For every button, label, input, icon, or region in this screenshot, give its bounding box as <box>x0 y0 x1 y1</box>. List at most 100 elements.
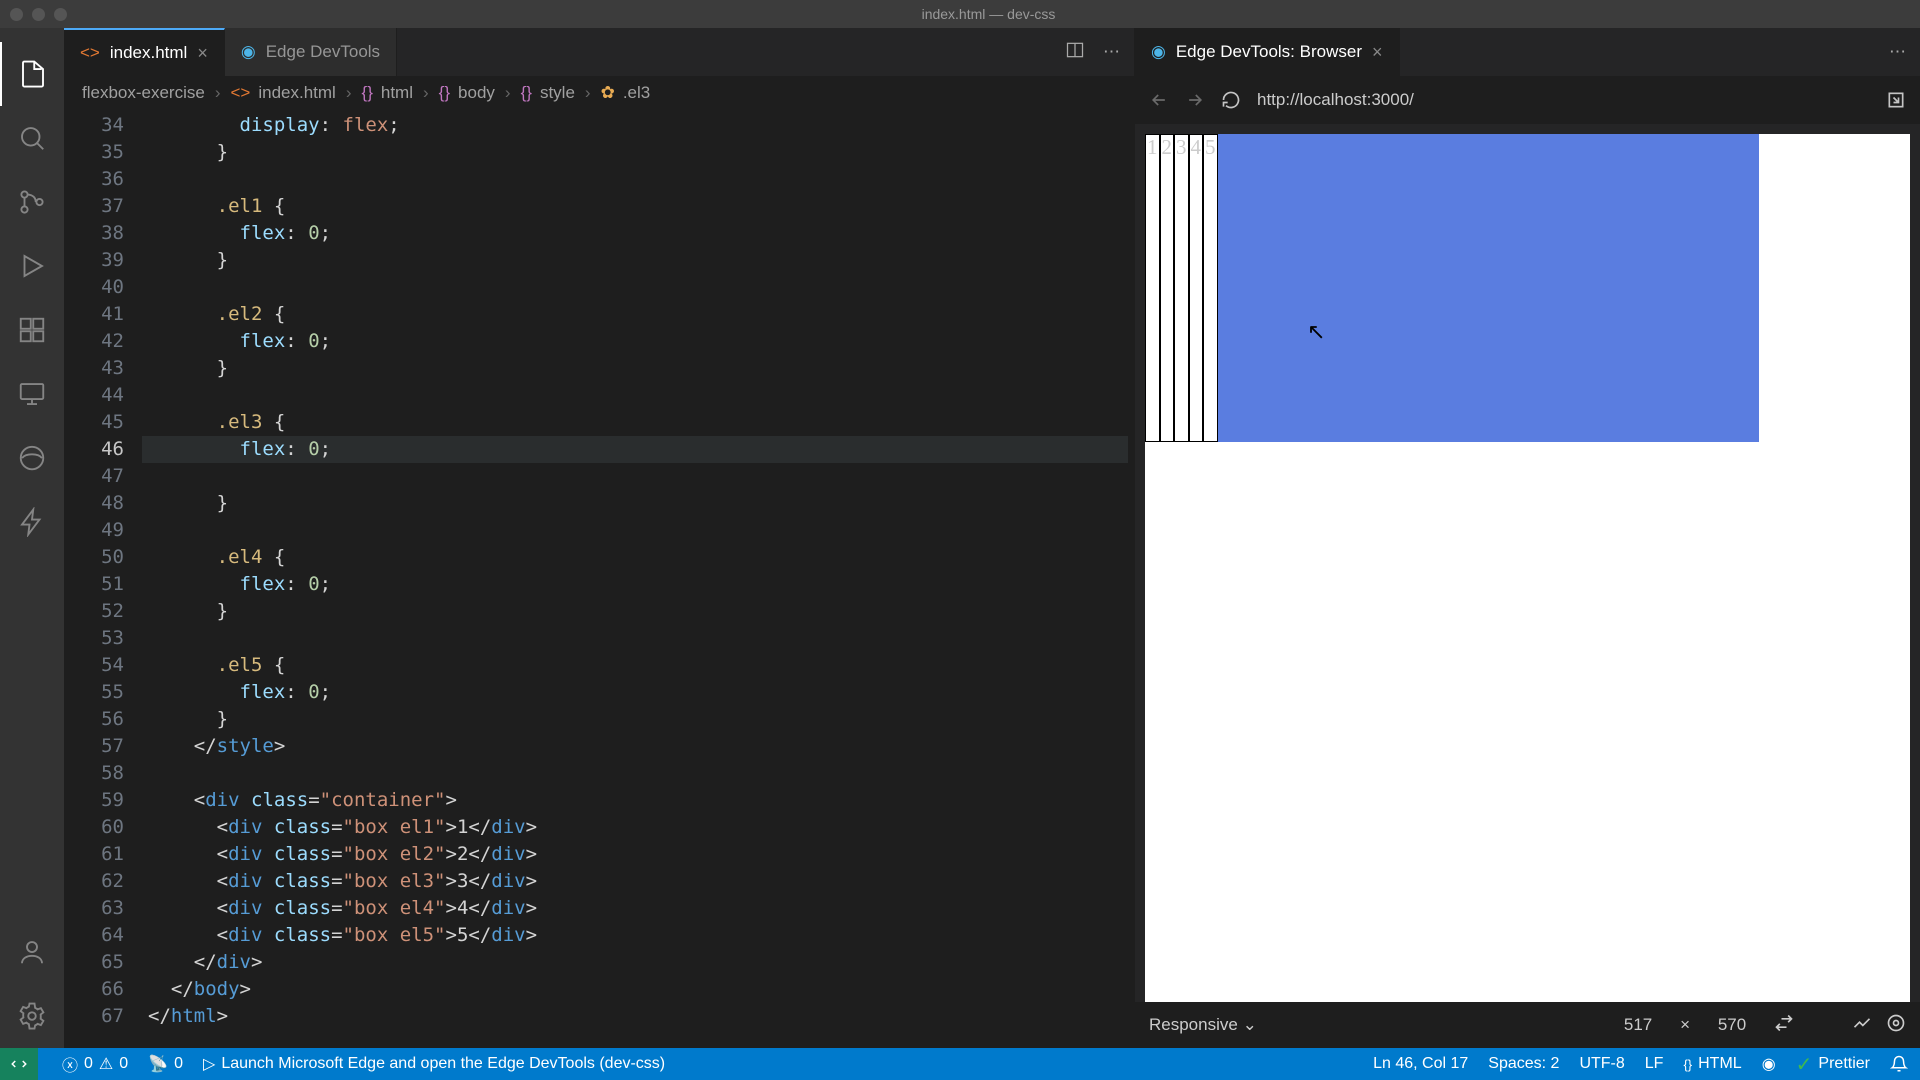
breadcrumb-folder[interactable]: flexbox-exercise <box>82 83 205 103</box>
chevron-right-icon: › <box>585 83 591 103</box>
check-icon: ✓ <box>1796 1052 1813 1077</box>
prettier-status[interactable]: ✓ Prettier <box>1796 1052 1870 1077</box>
tab-edge-devtools[interactable]: ◉ Edge DevTools <box>225 28 397 76</box>
device-toolbar: Responsive ⌄ × <box>1135 1002 1920 1048</box>
status-bar: ⓧ0 ⚠0 📡0 ▷Launch Microsoft Edge and open… <box>0 1048 1920 1080</box>
preview-box-4: 4 <box>1189 134 1204 442</box>
rotate-icon[interactable] <box>1774 1013 1794 1038</box>
cursor-position[interactable]: Ln 46, Col 17 <box>1373 1055 1468 1073</box>
go-live-status[interactable]: ◉ <box>1762 1054 1776 1074</box>
main-container: <> index.html × ◉ Edge DevTools ⋯ flexbo… <box>0 28 1920 1048</box>
breadcrumb-style[interactable]: {} style <box>521 83 575 103</box>
indentation-status[interactable]: Spaces: 2 <box>1488 1055 1559 1073</box>
preview-box-3: 3 <box>1174 134 1189 442</box>
tab-index-html[interactable]: <> index.html × <box>64 28 225 76</box>
bracket-icon: {} <box>362 83 373 103</box>
maximize-window-icon[interactable] <box>54 8 67 21</box>
breadcrumbs[interactable]: flexbox-exercise › <> index.html › {} ht… <box>64 76 1134 110</box>
editor-tabs: <> index.html × ◉ Edge DevTools ⋯ <box>64 28 1134 76</box>
minimize-window-icon[interactable] <box>32 8 45 21</box>
url-input[interactable] <box>1257 90 1870 110</box>
error-icon: ⓧ <box>62 1052 78 1076</box>
settings-gear-icon[interactable] <box>0 984 64 1048</box>
preview-box-1: 1 <box>1145 134 1160 442</box>
language-status[interactable]: {} HTML <box>1683 1055 1741 1073</box>
breadcrumb-html[interactable]: {} html <box>362 83 413 103</box>
remote-explorer-icon[interactable] <box>0 362 64 426</box>
browser-tab-actions: ⋯ <box>1889 28 1920 76</box>
device-mode-dropdown[interactable]: Responsive ⌄ <box>1149 1015 1257 1035</box>
preview-box-5: 5 <box>1203 134 1218 442</box>
browser-toolbar <box>1135 76 1920 124</box>
warning-icon: ⚠ <box>99 1054 113 1074</box>
viewport-height-input[interactable] <box>1704 1015 1760 1035</box>
window-title: index.html — dev-css <box>67 6 1910 22</box>
split-editor-icon[interactable] <box>1065 40 1085 65</box>
forward-icon[interactable] <box>1185 90 1205 110</box>
encoding-status[interactable]: UTF-8 <box>1579 1055 1624 1073</box>
edge-tools-icon[interactable] <box>0 426 64 490</box>
radio-tower-icon: 📡 <box>148 1054 168 1074</box>
chevron-right-icon: › <box>215 83 221 103</box>
remote-indicator[interactable] <box>0 1048 38 1080</box>
open-external-icon[interactable] <box>1886 90 1906 110</box>
notifications-icon[interactable] <box>1890 1055 1908 1073</box>
bracket-icon: {} <box>521 83 532 103</box>
activity-bar <box>0 28 64 1048</box>
screencast-icon[interactable] <box>1852 1013 1872 1038</box>
more-actions-icon[interactable]: ⋯ <box>1889 42 1906 62</box>
launch-edge-status[interactable]: ▷Launch Microsoft Edge and open the Edge… <box>203 1054 665 1074</box>
back-icon[interactable] <box>1149 90 1169 110</box>
dimension-separator: × <box>1680 1015 1690 1035</box>
editor-group: <> index.html × ◉ Edge DevTools ⋯ flexbo… <box>64 28 1134 1048</box>
bracket-icon: {} <box>439 83 450 103</box>
viewport-width-input[interactable] <box>1610 1015 1666 1035</box>
run-debug-icon[interactable] <box>0 234 64 298</box>
edge-icon: ◉ <box>1151 42 1166 62</box>
tab-label: index.html <box>110 43 187 63</box>
code-editor[interactable]: 3435363738394041424344454647484950515253… <box>64 110 1134 1048</box>
explorer-icon[interactable] <box>0 42 64 106</box>
eol-status[interactable]: LF <box>1645 1055 1664 1073</box>
bracket-icon: {} <box>1683 1057 1692 1072</box>
play-icon: ▷ <box>203 1054 215 1074</box>
tab-devtools-browser[interactable]: ◉ Edge DevTools: Browser × <box>1135 28 1400 76</box>
browser-panel: ◉ Edge DevTools: Browser × ⋯ 1 2 3 4 5 ↖ <box>1134 28 1920 1048</box>
window-controls <box>10 8 67 21</box>
breadcrumb-body[interactable]: {} body <box>439 83 495 103</box>
search-icon[interactable] <box>0 106 64 170</box>
chevron-right-icon: › <box>346 83 352 103</box>
edge-icon: ◉ <box>241 42 256 62</box>
accounts-icon[interactable] <box>0 920 64 984</box>
more-actions-icon[interactable]: ⋯ <box>1103 42 1120 62</box>
preview-container: 1 2 3 4 5 <box>1145 134 1759 442</box>
editor-actions: ⋯ <box>1065 28 1134 76</box>
preview-viewport[interactable]: 1 2 3 4 5 ↖ <box>1145 134 1910 1002</box>
breadcrumb-file[interactable]: <> index.html <box>231 83 336 103</box>
code-content[interactable]: display: flex; } .el1 { flex: 0; } .el2 … <box>148 110 1134 1048</box>
close-icon[interactable]: × <box>1372 42 1383 63</box>
breadcrumb-el3[interactable]: ✿ .el3 <box>601 83 651 103</box>
source-control-icon[interactable] <box>0 170 64 234</box>
chevron-right-icon: › <box>505 83 511 103</box>
chevron-down-icon: ⌄ <box>1243 1015 1257 1034</box>
tab-label: Edge DevTools: Browser <box>1176 42 1362 62</box>
css-rule-icon: ✿ <box>601 83 615 103</box>
close-window-icon[interactable] <box>10 8 23 21</box>
browser-tabs: ◉ Edge DevTools: Browser × ⋯ <box>1135 28 1920 76</box>
cursor-icon: ↖ <box>1307 319 1325 345</box>
ports-status[interactable]: 📡0 <box>148 1054 183 1074</box>
close-icon[interactable]: × <box>197 43 208 64</box>
html-file-icon: <> <box>231 83 251 103</box>
tab-label: Edge DevTools <box>266 42 380 62</box>
thunder-client-icon[interactable] <box>0 490 64 554</box>
problems-status[interactable]: ⓧ0 ⚠0 <box>62 1052 128 1076</box>
chevron-right-icon: › <box>423 83 429 103</box>
window-titlebar: index.html — dev-css <box>0 0 1920 28</box>
extensions-icon[interactable] <box>0 298 64 362</box>
inspect-icon[interactable] <box>1886 1013 1906 1038</box>
html-file-icon: <> <box>80 43 100 63</box>
line-gutter: 3435363738394041424344454647484950515253… <box>64 110 148 1048</box>
reload-icon[interactable] <box>1221 90 1241 110</box>
preview-box-2: 2 <box>1160 134 1175 442</box>
